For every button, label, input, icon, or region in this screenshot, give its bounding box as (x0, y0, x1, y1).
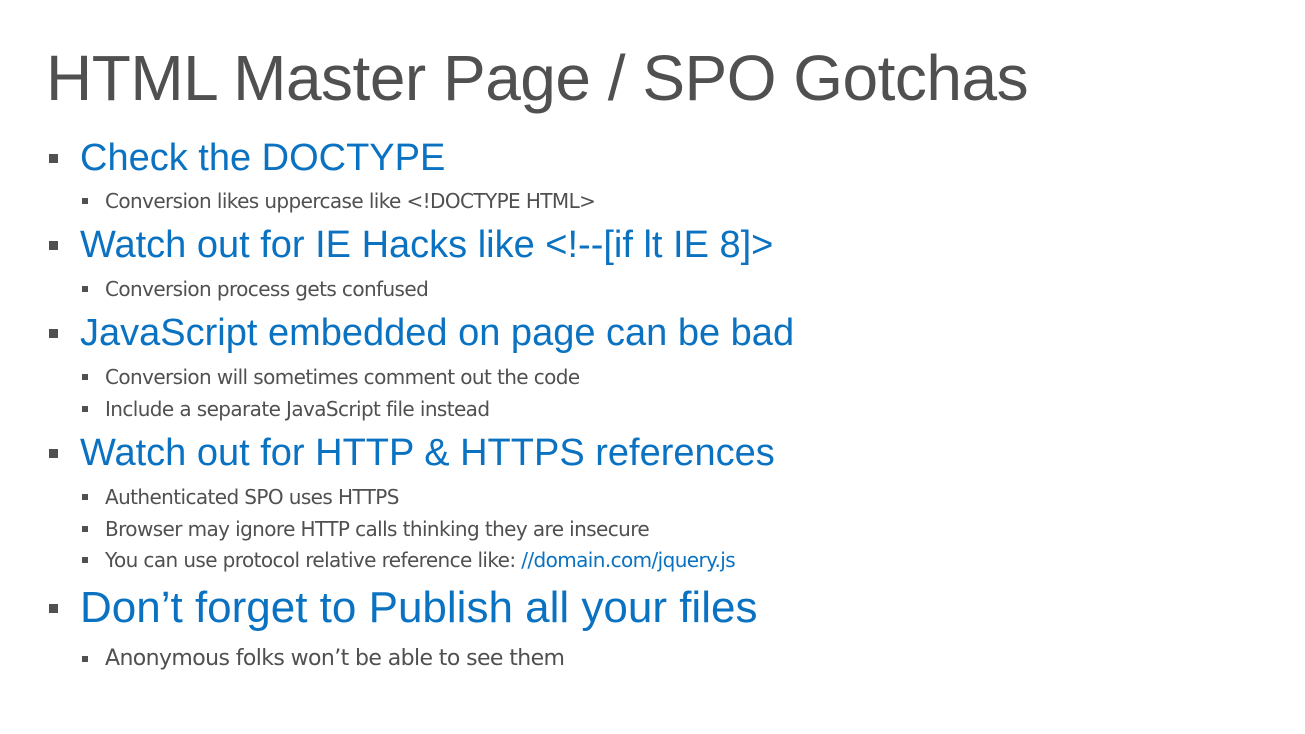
sub-bullet-text: Conversion will sometimes comment out th… (105, 365, 580, 389)
sub-bullet-marker-icon (82, 656, 88, 662)
bullet-heading: Don’t forget to Publish all your files (80, 583, 758, 632)
sub-bullet-conversion-confused: Conversion process gets confused (82, 276, 429, 302)
sub-bullet-text: Include a separate JavaScript file inste… (105, 397, 490, 421)
sub-bullet-text: Anonymous folks won’t be able to see the… (105, 646, 565, 671)
protocol-relative-link[interactable]: //domain.com/jquery.js (521, 548, 735, 572)
bullet-marker-icon (49, 329, 58, 338)
sub-bullet-protocol-relative: You can use protocol relative reference … (82, 547, 736, 573)
bullet-marker-icon (49, 154, 58, 163)
sub-bullet-marker-icon (82, 494, 88, 500)
sub-bullet-marker-icon (82, 286, 88, 292)
bullet-heading: Check the DOCTYPE (80, 137, 446, 179)
bullet-ie-hacks: Watch out for IE Hacks like <!--[if lt I… (49, 221, 774, 269)
sub-bullet-comment-out: Conversion will sometimes comment out th… (82, 364, 580, 390)
sub-bullet-text: You can use protocol relative reference … (105, 548, 522, 572)
sub-bullet-text: Browser may ignore HTTP calls thinking t… (105, 517, 650, 541)
bullet-marker-icon (49, 449, 58, 458)
bullet-heading: Watch out for IE Hacks like <!--[if lt I… (80, 224, 774, 266)
sub-bullet-browser-ignore: Browser may ignore HTTP calls thinking t… (82, 516, 650, 542)
bullet-http-https: Watch out for HTTP & HTTPS references (49, 429, 775, 477)
bullet-publish-files: Don’t forget to Publish all your files (49, 580, 758, 636)
sub-bullet-separate-js: Include a separate JavaScript file inste… (82, 396, 490, 422)
sub-bullet-anonymous-folks: Anonymous folks won’t be able to see the… (82, 645, 565, 673)
sub-bullet-marker-icon (82, 198, 88, 204)
sub-bullet-text: Conversion process gets confused (105, 277, 429, 301)
sub-bullet-authenticated-https: Authenticated SPO uses HTTPS (82, 484, 399, 510)
sub-bullet-marker-icon (82, 557, 88, 563)
sub-bullet-text: Authenticated SPO uses HTTPS (105, 485, 399, 509)
sub-bullet-uppercase-doctype: Conversion likes uppercase like <!DOCTYP… (82, 188, 596, 214)
sub-bullet-marker-icon (82, 526, 88, 532)
slide-title: HTML Master Page / SPO Gotchas (46, 42, 1029, 114)
sub-bullet-text: Conversion likes uppercase like <!DOCTYP… (105, 189, 596, 213)
sub-bullet-marker-icon (82, 406, 88, 412)
sub-bullet-marker-icon (82, 374, 88, 380)
bullet-check-doctype: Check the DOCTYPE (49, 134, 446, 182)
bullet-javascript-embedded: JavaScript embedded on page can be bad (49, 309, 795, 357)
slide: HTML Master Page / SPO Gotchas Check the… (0, 0, 1305, 734)
bullet-marker-icon (49, 241, 58, 250)
bullet-heading: Watch out for HTTP & HTTPS references (80, 432, 775, 474)
bullet-heading: JavaScript embedded on page can be bad (80, 312, 795, 354)
bullet-marker-icon (49, 604, 58, 613)
